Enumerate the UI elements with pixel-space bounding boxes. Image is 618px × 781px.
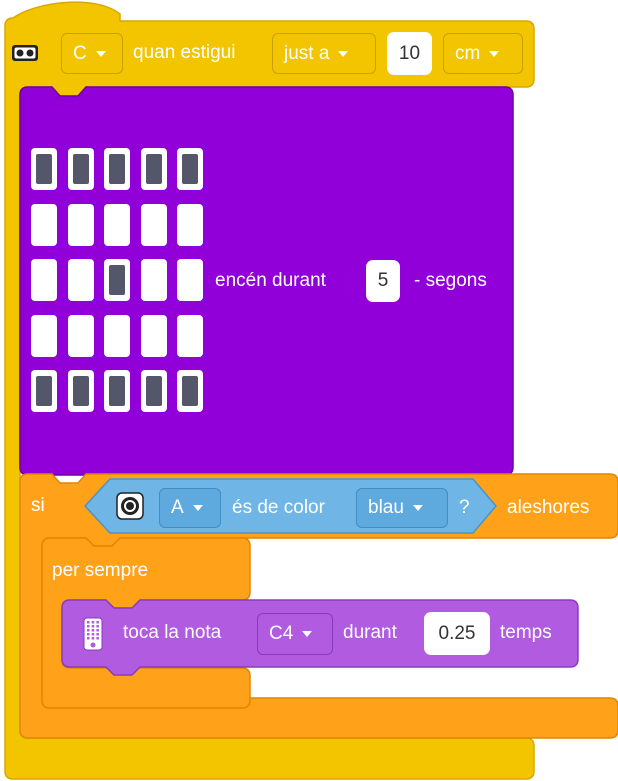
play-note-label: toca la nota (123, 622, 222, 643)
chevron-down-icon (302, 631, 313, 637)
note-dropdown-value: C4 (269, 623, 294, 644)
duration-label: durant (343, 622, 397, 643)
play-note-block-shape[interactable] (0, 0, 618, 781)
hub-speaker-icon (83, 617, 103, 651)
beats-label: temps (500, 622, 552, 643)
note-dropdown[interactable]: C4 (257, 613, 333, 655)
beats-input[interactable]: 0.25 (424, 612, 490, 655)
